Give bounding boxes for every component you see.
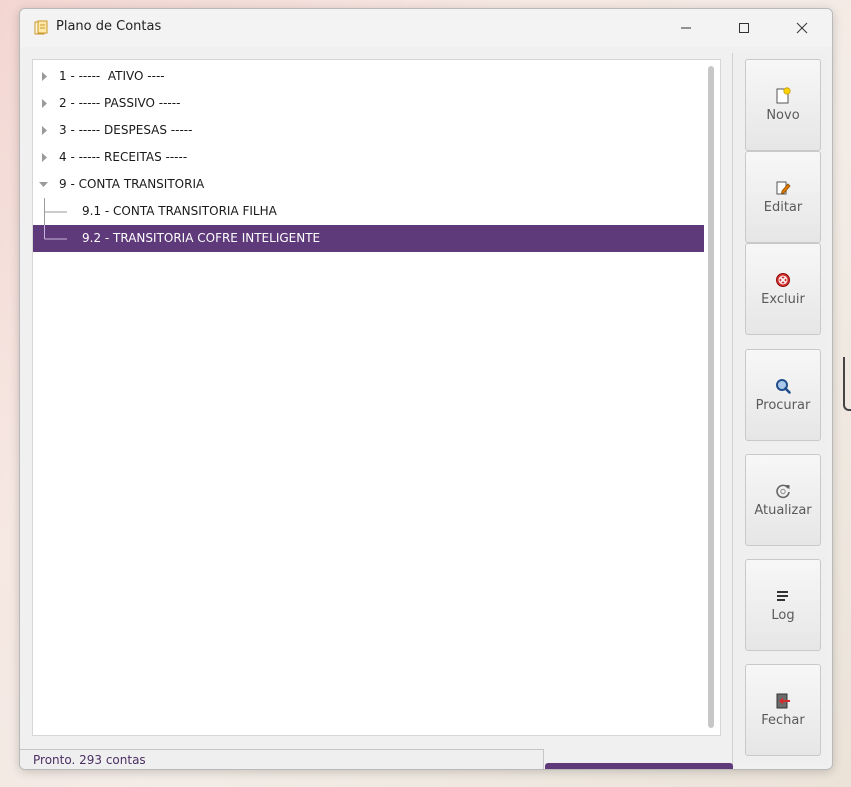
status-bar: Pronto. 293 contas bbox=[20, 749, 544, 769]
tree-item-label: 4 - ----- RECEITAS ----- bbox=[59, 150, 188, 164]
excluir-label: Excluir bbox=[761, 292, 805, 307]
exit-door-icon bbox=[776, 693, 790, 709]
procurar-button[interactable]: Procurar bbox=[745, 349, 821, 441]
close-icon bbox=[796, 22, 808, 34]
tree-item-label: 9.2 - TRANSITORIA COFRE INTELIGENTE bbox=[82, 231, 321, 245]
tree-connector-line bbox=[44, 225, 67, 240]
tree-item-label: 2 - ----- PASSIVO ----- bbox=[59, 96, 181, 110]
new-document-icon bbox=[776, 87, 791, 104]
tree-item-label: 9 - CONTA TRANSITORIA bbox=[59, 177, 205, 191]
edit-icon bbox=[776, 181, 791, 195]
status-text: Pronto. 293 contas bbox=[33, 753, 146, 767]
maximize-icon bbox=[739, 23, 749, 33]
tree-item-ativo[interactable]: 1 - ----- ATIVO ---- bbox=[33, 63, 704, 90]
excluir-button[interactable]: Excluir bbox=[745, 243, 821, 335]
maximize-button[interactable] bbox=[718, 9, 770, 47]
atualizar-label: Atualizar bbox=[754, 503, 812, 518]
status-accent-bar bbox=[545, 763, 733, 769]
tree-item-transitoria-cofre-inteligente[interactable]: 9.2 - TRANSITORIA COFRE INTELIGENTE bbox=[33, 225, 704, 252]
fechar-button[interactable]: Fechar bbox=[745, 664, 821, 756]
fechar-label: Fechar bbox=[761, 713, 805, 728]
editar-button[interactable]: Editar bbox=[745, 151, 821, 243]
log-list-icon bbox=[777, 591, 788, 601]
scrollbar-thumb[interactable] bbox=[708, 66, 714, 728]
atualizar-button[interactable]: Atualizar bbox=[745, 454, 821, 546]
expand-arrow-icon[interactable] bbox=[41, 126, 49, 135]
tree-item-conta-transitoria-filha[interactable]: 9.1 - CONTA TRANSITORIA FILHA bbox=[33, 198, 704, 225]
expand-arrow-icon[interactable] bbox=[41, 72, 49, 81]
plano-de-contas-window: Plano de Contas 1 - ----- ATIVO ---- 2 -… bbox=[19, 8, 833, 770]
procurar-label: Procurar bbox=[755, 398, 811, 413]
minimize-button[interactable] bbox=[660, 9, 712, 47]
tree-scrollbar[interactable] bbox=[707, 64, 715, 730]
minimize-icon bbox=[681, 27, 691, 29]
window-title: Plano de Contas bbox=[56, 19, 162, 34]
app-icon bbox=[34, 20, 48, 35]
novo-label: Novo bbox=[766, 108, 800, 123]
tree-item-label: 3 - ----- DESPESAS ----- bbox=[59, 123, 193, 137]
expand-arrow-icon[interactable] bbox=[41, 99, 49, 108]
tree-item-label: 1 - ----- ATIVO ---- bbox=[59, 69, 165, 83]
tree-item-label: 9.1 - CONTA TRANSITORIA FILHA bbox=[82, 204, 277, 218]
accounts-tree[interactable]: 1 - ----- ATIVO ---- 2 - ----- PASSIVO -… bbox=[32, 59, 721, 736]
editar-label: Editar bbox=[763, 200, 803, 215]
background-shape bbox=[843, 357, 851, 411]
delete-icon bbox=[776, 273, 790, 287]
tree-item-conta-transitoria[interactable]: 9 - CONTA TRANSITORIA bbox=[33, 171, 704, 198]
collapse-arrow-icon[interactable] bbox=[39, 181, 48, 189]
tree-item-receitas[interactable]: 4 - ----- RECEITAS ----- bbox=[33, 144, 704, 171]
close-window-button[interactable] bbox=[776, 9, 828, 47]
expand-arrow-icon[interactable] bbox=[41, 153, 49, 162]
title-bar[interactable]: Plano de Contas bbox=[20, 9, 832, 47]
tree-item-despesas[interactable]: 3 - ----- DESPESAS ----- bbox=[33, 117, 704, 144]
log-button[interactable]: Log bbox=[745, 559, 821, 651]
refresh-icon bbox=[776, 484, 790, 499]
tree-item-passivo[interactable]: 2 - ----- PASSIVO ----- bbox=[33, 90, 704, 117]
novo-button[interactable]: Novo bbox=[745, 59, 821, 151]
search-icon bbox=[776, 379, 791, 394]
log-label: Log bbox=[771, 608, 795, 623]
actions-toolbar: Novo Editar Excluir Procurar Atualizar L… bbox=[732, 53, 829, 765]
